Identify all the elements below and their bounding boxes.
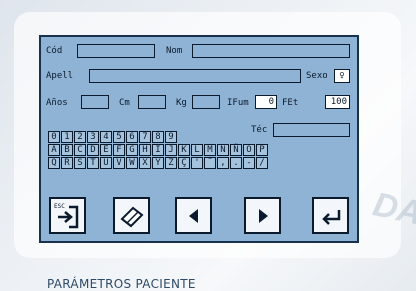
key[interactable]: L [191,144,203,156]
sexo-label: Sexo [306,71,328,81]
key[interactable]: I [152,144,164,156]
kg-label: Kg [176,98,187,108]
anos-field[interactable] [81,95,109,109]
screen-caption: PARÁMETROS PACIENTE [47,277,196,291]
key[interactable]: R [61,157,73,169]
key[interactable]: 7 [139,131,151,143]
key[interactable]: B [61,144,73,156]
key[interactable]: 3 [87,131,99,143]
cursor-left-button[interactable] [175,197,212,234]
key[interactable]: V [113,157,125,169]
exit-icon: ESC [54,203,78,228]
key[interactable]: E [100,144,112,156]
key[interactable]: 5 [113,131,125,143]
key[interactable]: 6 [126,131,138,143]
cod-field[interactable] [77,44,155,58]
fet-value: 100 [330,97,347,107]
keyboard-row-letters-2: Q R S T U V W X Y Z Ç ' ¨ , . - / [48,157,269,169]
key[interactable]: G [126,144,138,156]
fet-label: FEt [282,98,299,108]
nom-field[interactable] [192,44,350,58]
ifum-label: IFum [227,98,249,108]
key[interactable]: J [165,144,177,156]
key[interactable]: N [217,144,229,156]
key[interactable]: . [230,157,242,169]
key[interactable]: W [126,157,138,169]
nom-label: Nom [166,46,183,56]
key[interactable]: ' [191,157,203,169]
esc-label: ESC [54,203,65,210]
cursor-right-button[interactable] [244,197,281,234]
eraser-icon [119,206,144,227]
fet-field[interactable]: 100 [325,95,350,109]
cod-label: Cód [46,46,63,56]
sexo-value: ♀ [339,71,345,81]
key[interactable]: 4 [100,131,112,143]
arrow-left-icon [188,208,198,223]
kg-field[interactable] [192,95,220,109]
key[interactable]: T [87,157,99,169]
cm-label: Cm [119,98,130,108]
keyboard-row-digits: 0 1 2 3 4 5 6 7 8 9 [48,131,269,143]
key[interactable]: M [204,144,216,156]
key[interactable]: F [113,144,125,156]
key[interactable]: 9 [165,131,177,143]
key[interactable]: U [100,157,112,169]
keyboard-row-letters-1: A B C D E F G H I J K L M N Ñ O P [48,144,269,156]
key[interactable]: - [243,157,255,169]
erase-button[interactable] [113,197,150,234]
key[interactable]: Ç [178,157,190,169]
key[interactable]: A [48,144,60,156]
key[interactable]: X [139,157,151,169]
ifum-value: 0 [268,97,274,107]
enter-icon [321,209,340,225]
key[interactable]: S [74,157,86,169]
key[interactable]: , [217,157,229,169]
key[interactable]: 8 [152,131,164,143]
key[interactable]: K [178,144,190,156]
key[interactable]: / [256,157,268,169]
key[interactable]: Ñ [230,144,242,156]
key[interactable]: P [256,144,268,156]
key[interactable]: ¨ [204,157,216,169]
tec-field[interactable] [273,123,350,137]
key[interactable]: D [87,144,99,156]
key[interactable]: Q [48,157,60,169]
key[interactable]: O [243,144,255,156]
key[interactable]: 2 [74,131,86,143]
key[interactable]: 0 [48,131,60,143]
cm-field[interactable] [138,95,166,109]
ifum-field[interactable]: 0 [255,95,277,109]
arrow-right-icon [258,208,268,223]
apell-label: Apell [46,71,74,81]
key[interactable]: H [139,144,151,156]
patient-parameters-panel: Cód Nom Apell Sexo ♀ Años Cm Kg IFum 0 F… [39,35,359,243]
key[interactable]: C [74,144,86,156]
on-screen-keyboard: 0 1 2 3 4 5 6 7 8 9 A B C D E F G H I J … [48,131,269,170]
apell-field[interactable] [89,69,301,83]
exit-button[interactable]: ESC [49,197,86,234]
key[interactable]: Z [165,157,177,169]
key[interactable]: Y [152,157,164,169]
sexo-field[interactable]: ♀ [334,69,350,83]
key[interactable]: 1 [61,131,73,143]
enter-button[interactable] [312,197,349,234]
anos-label: Años [46,98,68,108]
